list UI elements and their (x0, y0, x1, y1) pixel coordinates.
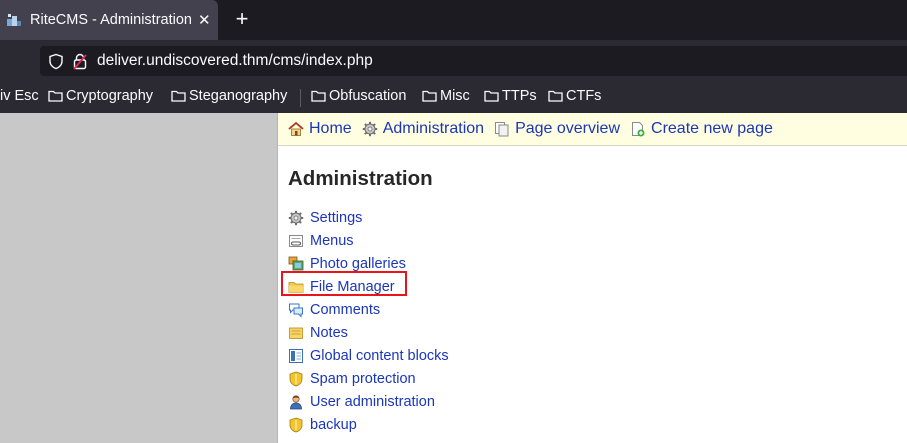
page-background (0, 113, 277, 443)
bookmark-label: Cryptography (66, 88, 154, 104)
folder-icon (484, 90, 499, 103)
tab-title: RiteCMS - Administration (30, 12, 192, 28)
home-icon (288, 121, 304, 137)
folder-icon (548, 90, 563, 103)
folder-icon (48, 90, 63, 103)
gear-icon (288, 210, 304, 226)
nav-administration-link[interactable]: Administration (362, 120, 484, 138)
cms-top-navigation: Home Administration Page overview Create… (278, 113, 907, 146)
shield-icon (288, 417, 304, 433)
admin-menus-link[interactable]: Menus (288, 229, 449, 252)
admin-item-label: Spam protection (310, 370, 416, 387)
folder-icon (288, 279, 304, 295)
admin-item-label: Global content blocks (310, 347, 449, 364)
bookmark-folder-steganography[interactable]: Steganography (171, 88, 287, 104)
admin-item-label: File Manager (310, 278, 395, 295)
admin-item-label: Settings (310, 209, 363, 226)
new-tab-button[interactable]: + (232, 8, 252, 31)
insecure-lock-icon[interactable] (73, 52, 89, 70)
nav-administration-label: Administration (382, 120, 485, 137)
admin-item-label: Comments (310, 301, 381, 318)
menu-icon (288, 233, 304, 249)
tracking-protection-shield-icon[interactable] (48, 52, 66, 70)
nav-home-link[interactable]: Home (288, 120, 352, 138)
nav-page-overview-label: Page overview (515, 120, 621, 137)
nav-home-label: Home (309, 120, 352, 137)
admin-item-label: Notes (310, 324, 348, 341)
bookmark-label: Misc (440, 88, 470, 104)
user-icon (288, 394, 304, 410)
bookmark-label: CTFs (566, 88, 602, 104)
admin-item-label: User administration (310, 393, 435, 410)
shield-icon (288, 371, 304, 387)
folder-icon (422, 90, 437, 103)
photos-icon (288, 256, 304, 272)
folder-icon (171, 90, 186, 103)
bookmark-folder-cryptography[interactable]: Cryptography (48, 88, 153, 104)
admin-menu-list: Settings Menus Photo galleries File Mana… (288, 206, 449, 436)
page-title: Administration (288, 167, 433, 190)
new-page-icon (630, 121, 646, 137)
bookmark-privesc[interactable]: iv Esc (0, 88, 39, 104)
bookmark-label: iv Esc (0, 88, 39, 104)
admin-item-label: Menus (310, 232, 354, 249)
admin-file-manager-link[interactable]: File Manager (288, 275, 449, 298)
admin-settings-link[interactable]: Settings (288, 206, 449, 229)
admin-item-label: Photo galleries (310, 255, 406, 272)
url-bar[interactable]: deliver.undiscovered.thm/cms/index.php (40, 46, 907, 76)
pages-icon (494, 121, 510, 137)
admin-notes-link[interactable]: Notes (288, 321, 449, 344)
tab-active[interactable]: RiteCMS - Administration ✕ (0, 0, 218, 40)
admin-backup-link[interactable]: backup (288, 413, 449, 436)
comments-icon (288, 302, 304, 318)
bookmark-folder-ttps[interactable]: TTPs (484, 88, 537, 104)
bookmark-separator (300, 89, 301, 107)
bookmark-folder-obfuscation[interactable]: Obfuscation (311, 88, 406, 104)
bookmark-label: Steganography (189, 88, 288, 104)
admin-photo-galleries-link[interactable]: Photo galleries (288, 252, 449, 275)
bookmark-label: TTPs (502, 88, 537, 104)
nav-create-new-page-link[interactable]: Create new page (630, 120, 773, 138)
nav-create-new-page-label: Create new page (651, 120, 773, 137)
admin-item-label: backup (310, 416, 357, 433)
bookmarks-toolbar: iv Esc Cryptography Steganography Obfusc… (0, 82, 907, 113)
admin-comments-link[interactable]: Comments (288, 298, 449, 321)
gear-icon (362, 121, 378, 137)
bookmark-folder-misc[interactable]: Misc (422, 88, 470, 104)
content-block-icon (288, 348, 304, 364)
notes-icon (288, 325, 304, 341)
nav-page-overview-link[interactable]: Page overview (494, 120, 620, 138)
bookmark-folder-ctfs[interactable]: CTFs (548, 88, 601, 104)
bookmark-label: Obfuscation (329, 88, 407, 104)
navigation-bar: deliver.undiscovered.thm/cms/index.php (0, 40, 907, 82)
admin-global-content-blocks-link[interactable]: Global content blocks (288, 344, 449, 367)
tab-close-icon[interactable]: ✕ (198, 13, 211, 28)
folder-icon (311, 90, 326, 103)
tab-bar: RiteCMS - Administration ✕ + (0, 0, 907, 40)
cms-admin-panel: Home Administration Page overview Create… (277, 113, 907, 443)
url-text[interactable]: deliver.undiscovered.thm/cms/index.php (97, 52, 373, 70)
admin-user-administration-link[interactable]: User administration (288, 390, 449, 413)
ritecms-favicon-icon (6, 12, 24, 28)
admin-spam-protection-link[interactable]: Spam protection (288, 367, 449, 390)
